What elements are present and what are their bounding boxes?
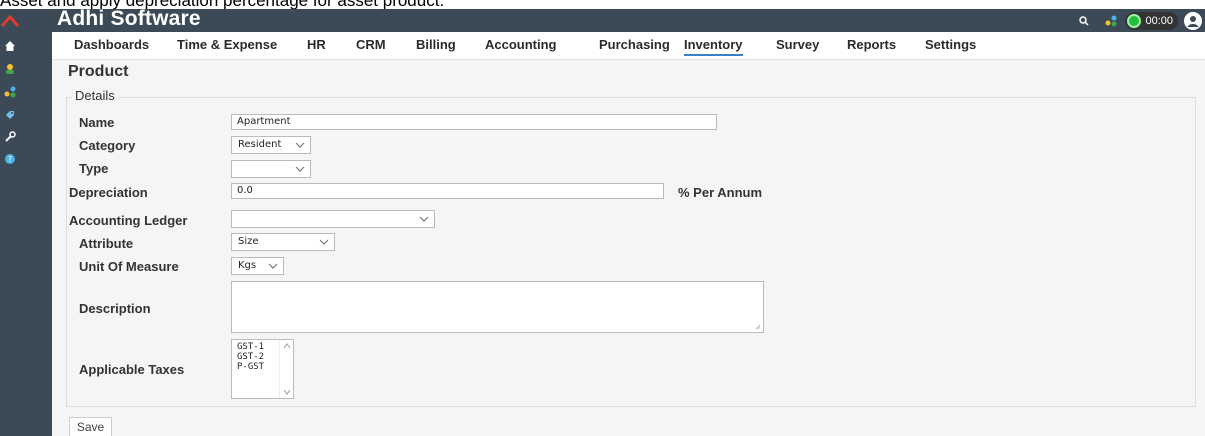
nav-accounting[interactable]: Accounting <box>485 37 557 52</box>
attribute-value: Size <box>238 236 259 247</box>
chevron-down-icon <box>319 239 329 245</box>
type-select[interactable] <box>231 160 311 178</box>
details-legend: Details <box>72 88 118 103</box>
share-icon[interactable] <box>0 82 20 102</box>
description-textarea[interactable] <box>231 281 764 333</box>
chevron-down-icon <box>268 263 278 269</box>
nav-crm[interactable]: CRM <box>356 37 386 52</box>
nav-purchasing[interactable]: Purchasing <box>599 37 670 52</box>
chevron-down-icon[interactable] <box>283 389 291 395</box>
home-icon[interactable] <box>0 36 20 56</box>
attribute-label: Attribute <box>79 236 134 251</box>
top-bar: Adhi Software <box>52 7 1205 32</box>
name-input[interactable]: Apartment <box>231 114 717 130</box>
svg-text:?: ? <box>8 155 12 164</box>
chevron-up-icon[interactable] <box>283 343 291 349</box>
type-label: Type <box>79 161 109 176</box>
description-label: Description <box>79 301 151 316</box>
app-brand[interactable]: Adhi Software <box>57 7 201 31</box>
help-icon[interactable]: ? <box>0 149 20 169</box>
depreciation-label: Depreciation <box>69 185 148 200</box>
main-content: Product Details Name Apartment Category … <box>52 60 1205 436</box>
nav-hr[interactable]: HR <box>307 37 326 52</box>
save-button[interactable]: Save <box>69 417 112 436</box>
unit-of-measure-value: Kgs <box>238 260 257 271</box>
accounting-ledger-select[interactable] <box>231 210 435 228</box>
timer-status-icon <box>1127 13 1142 28</box>
applicable-taxes-label: Applicable Taxes <box>79 362 185 377</box>
nav-time-expense[interactable]: Time & Expense <box>177 37 277 52</box>
depreciation-input[interactable]: 0.0 <box>231 183 664 199</box>
app-logo-icon <box>0 11 20 31</box>
category-value: Resident <box>238 139 282 150</box>
top-right-tools: 00:00 <box>1079 9 1205 32</box>
search-icon[interactable] <box>1079 15 1089 26</box>
share-icon[interactable] <box>1105 15 1117 27</box>
list-scrollbar[interactable] <box>279 340 293 398</box>
category-select[interactable]: Resident <box>231 136 311 154</box>
unit-of-measure-label: Unit Of Measure <box>79 259 179 274</box>
nav-inventory[interactable]: Inventory <box>684 37 743 56</box>
timer-value: 00:00 <box>1145 14 1173 27</box>
category-label: Category <box>79 138 136 153</box>
nav-dashboards[interactable]: Dashboards <box>74 37 149 52</box>
depreciation-unit: % Per Annum <box>678 185 763 200</box>
resize-grip-icon[interactable] <box>755 324 761 330</box>
accounting-ledger-label: Accounting Ledger <box>69 213 188 228</box>
chevron-down-icon <box>295 166 305 172</box>
tag-icon[interactable] <box>0 105 20 125</box>
nav-reports[interactable]: Reports <box>847 37 896 52</box>
user-avatar-icon[interactable] <box>1184 11 1202 30</box>
nav-billing[interactable]: Billing <box>416 37 456 52</box>
main-nav: Dashboards Time & Expense HR CRM Billing… <box>52 32 1205 60</box>
sidebar: ? <box>0 9 52 436</box>
timer-widget[interactable]: 00:00 <box>1125 11 1178 30</box>
page-title: Product <box>68 63 129 80</box>
chevron-down-icon <box>419 216 429 222</box>
nav-survey[interactable]: Survey <box>776 37 819 52</box>
wrench-icon[interactable] <box>0 127 20 147</box>
user-icon[interactable] <box>0 59 20 79</box>
attribute-select[interactable]: Size <box>231 233 335 251</box>
unit-of-measure-select[interactable]: Kgs <box>231 257 284 275</box>
applicable-taxes-list[interactable]: GST-1 GST-2 P-GST <box>231 339 294 399</box>
name-label: Name <box>79 115 115 130</box>
chevron-down-icon <box>295 142 305 148</box>
nav-settings[interactable]: Settings <box>925 37 976 52</box>
